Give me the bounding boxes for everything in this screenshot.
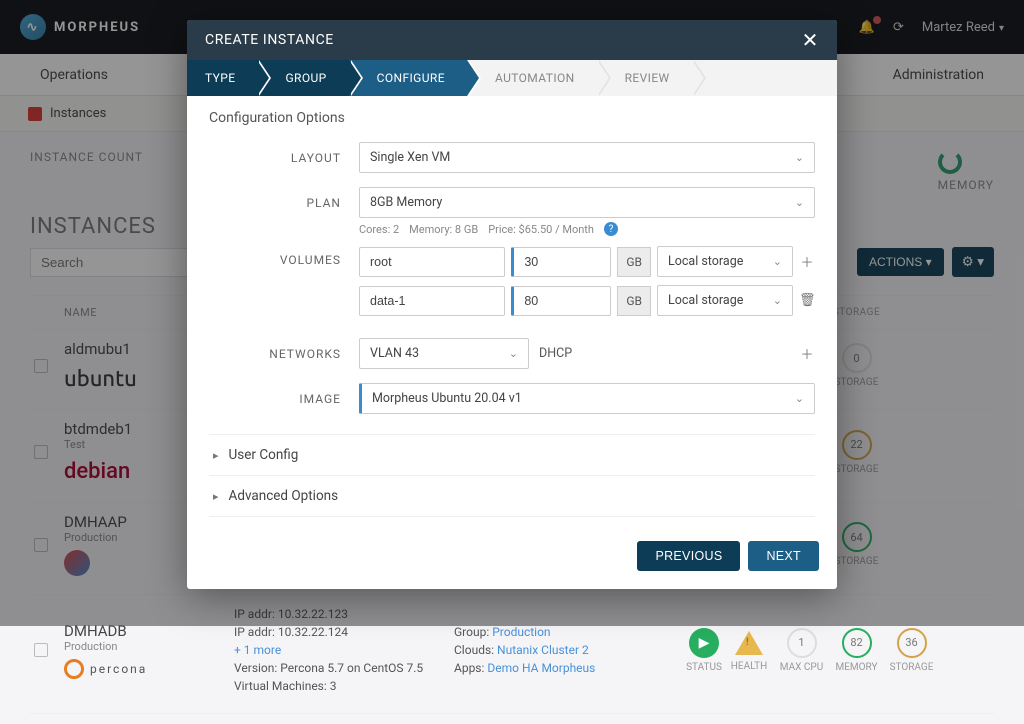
step-automation[interactable]: AUTOMATION bbox=[467, 60, 597, 96]
volume-store-select[interactable]: Local storage ⌄ bbox=[657, 246, 793, 277]
step-configure[interactable]: CONFIGURE bbox=[349, 60, 467, 96]
previous-button[interactable]: PREVIOUS bbox=[637, 541, 740, 571]
more-ips-link[interactable]: + 1 more bbox=[234, 641, 454, 659]
create-instance-modal: CREATE INSTANCE ✕ TYPE GROUP CONFIGURE A… bbox=[187, 20, 837, 589]
modal-title: CREATE INSTANCE bbox=[205, 32, 334, 48]
caret-right-icon: ▸ bbox=[213, 449, 219, 462]
user-config-accordion[interactable]: ▸ User Config bbox=[209, 434, 815, 475]
next-button[interactable]: NEXT bbox=[748, 541, 819, 571]
volume-name-input[interactable] bbox=[359, 286, 505, 316]
chevron-down-icon: ⌄ bbox=[773, 294, 782, 307]
help-icon[interactable]: ? bbox=[604, 222, 618, 236]
warning-icon bbox=[735, 631, 763, 655]
percona-logo-icon bbox=[64, 659, 84, 679]
add-network-icon[interactable]: ＋ bbox=[799, 344, 815, 363]
volume-row: GB Local storage ⌄ ＋ bbox=[359, 246, 815, 277]
volume-row: GB Local storage ⌄ 🗑 bbox=[359, 285, 815, 316]
volume-store-select[interactable]: Local storage ⌄ bbox=[657, 285, 793, 316]
step-type[interactable]: TYPE bbox=[187, 60, 257, 96]
plan-select[interactable]: 8GB Memory ⌄ bbox=[359, 187, 815, 218]
layout-label: LAYOUT bbox=[209, 151, 359, 165]
network-mode: DHCP bbox=[539, 346, 572, 361]
image-label: IMAGE bbox=[209, 392, 359, 406]
volumes-label: VOLUMES bbox=[209, 246, 359, 267]
layout-select[interactable]: Single Xen VM ⌄ bbox=[359, 142, 815, 173]
plan-help: Cores: 2 Memory: 8 GB Price: $65.50 / Mo… bbox=[359, 222, 815, 236]
volume-name-input[interactable] bbox=[359, 247, 505, 277]
add-volume-icon[interactable]: ＋ bbox=[799, 252, 815, 271]
wizard-steps: TYPE GROUP CONFIGURE AUTOMATION REVIEW bbox=[187, 60, 837, 96]
step-review[interactable]: REVIEW bbox=[597, 60, 692, 96]
advanced-options-accordion[interactable]: ▸ Advanced Options bbox=[209, 475, 815, 517]
volume-size-input[interactable] bbox=[511, 247, 611, 277]
volume-size-input[interactable] bbox=[511, 286, 611, 316]
volume-unit: GB bbox=[617, 286, 651, 316]
image-select[interactable]: Morpheus Ubuntu 20.04 v1 ⌄ bbox=[359, 383, 815, 414]
chevron-down-icon: ⌄ bbox=[509, 347, 518, 360]
network-select[interactable]: VLAN 43 ⌄ bbox=[359, 338, 529, 369]
chevron-down-icon: ⌄ bbox=[795, 196, 804, 209]
chevron-down-icon: ⌄ bbox=[795, 392, 804, 405]
close-icon[interactable]: ✕ bbox=[802, 30, 819, 50]
delete-volume-icon[interactable]: 🗑 bbox=[799, 293, 815, 308]
row-checkbox[interactable] bbox=[34, 643, 48, 657]
volume-unit: GB bbox=[617, 247, 651, 277]
chevron-down-icon: ⌄ bbox=[773, 255, 782, 268]
section-title: Configuration Options bbox=[209, 110, 815, 126]
caret-right-icon: ▸ bbox=[213, 490, 219, 503]
modal-overlay: CREATE INSTANCE ✕ TYPE GROUP CONFIGURE A… bbox=[0, 0, 1024, 626]
plan-label: PLAN bbox=[209, 196, 359, 210]
networks-label: NETWORKS bbox=[209, 347, 359, 361]
chevron-down-icon: ⌄ bbox=[795, 151, 804, 164]
play-icon: ▶ bbox=[689, 628, 719, 658]
